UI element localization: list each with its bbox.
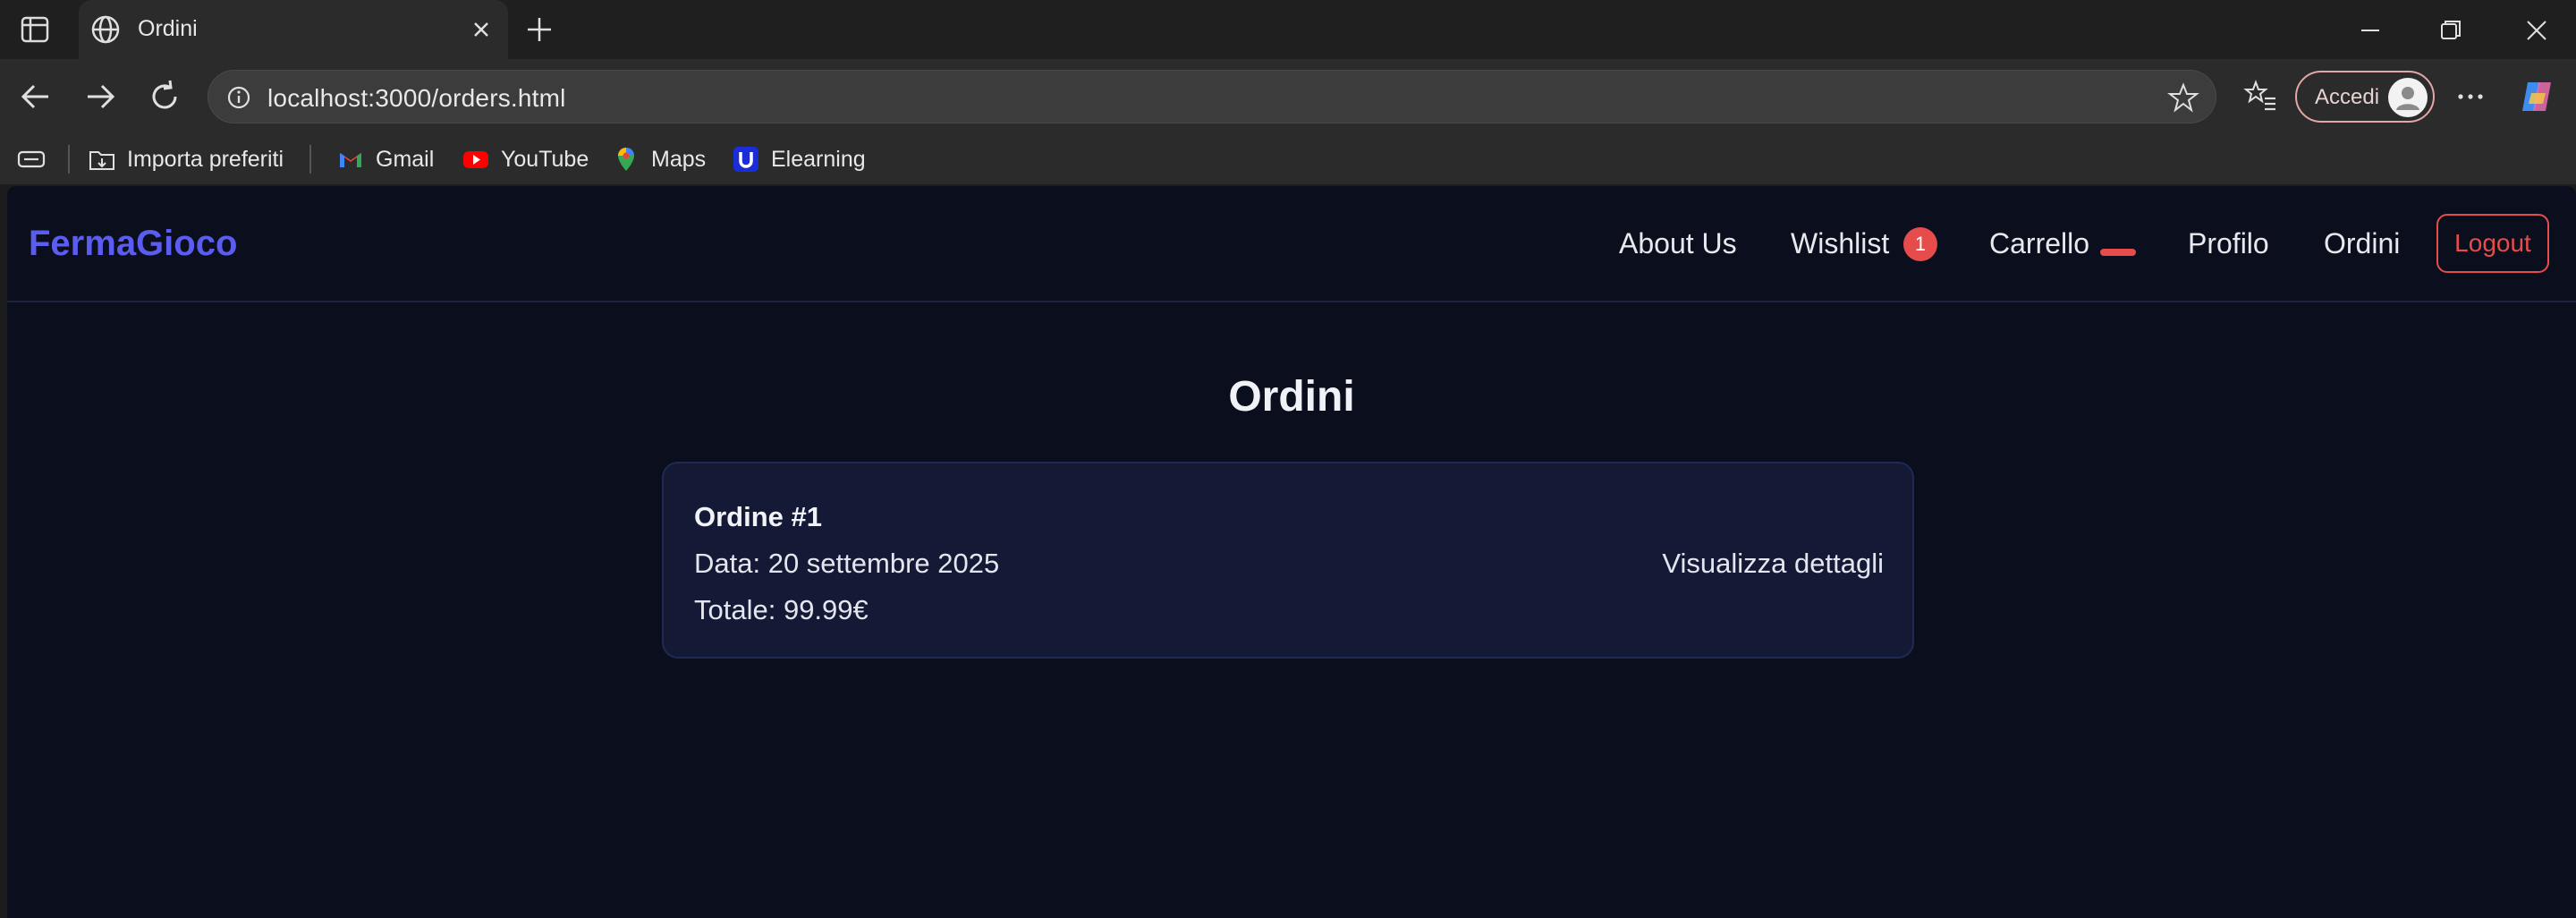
person-icon [2396, 87, 2419, 110]
brand-logo[interactable]: FermaGioco [29, 224, 237, 264]
minimize-icon[interactable] [2352, 13, 2388, 48]
close-window-icon[interactable] [2519, 13, 2555, 48]
order-card: Ordine #1 Data: 20 settembre 2025 Totale… [662, 462, 1914, 659]
order-title: Ordine #1 [694, 501, 822, 532]
back-icon[interactable] [16, 77, 55, 116]
browser-tab-bar: Ordini [0, 0, 2576, 59]
gmail-icon [340, 153, 361, 167]
bookmark-label: Maps [651, 146, 707, 172]
profile-signin-button[interactable]: Accedi [2295, 71, 2435, 123]
favorites-icon[interactable] [2241, 77, 2279, 115]
elearning-icon [733, 147, 758, 172]
logout-button[interactable]: Logout [2436, 214, 2549, 273]
nav-about[interactable]: About Us [1619, 227, 1737, 260]
site-navbar: FermaGioco About Us Wishlist 1 Carrello … [7, 186, 2576, 302]
close-tab-icon[interactable] [467, 15, 496, 44]
add-favorite-star-icon[interactable] [2167, 81, 2199, 114]
page-viewport: FermaGioco About Us Wishlist 1 Carrello … [7, 186, 2576, 918]
avatar [2388, 78, 2428, 117]
bookmark-separator [309, 145, 311, 174]
reload-icon[interactable] [145, 77, 184, 116]
view-details-link[interactable]: Visualizza dettagli [1662, 548, 1884, 580]
bookmark-separator [68, 145, 70, 174]
nav-profile[interactable]: Profilo [2188, 227, 2269, 260]
order-total: Totale: 99.99€ [694, 594, 869, 625]
maps-icon [618, 148, 634, 171]
restore-icon[interactable] [2433, 13, 2469, 48]
signin-label: Accedi [2315, 85, 2380, 109]
bookmark-gmail[interactable]: Gmail [336, 143, 434, 175]
tab-title: Ordini [138, 16, 198, 41]
bookmarks-bar: Importa preferiti Gmail YouTube Maps Ele [0, 134, 2576, 184]
nav-wishlist[interactable]: Wishlist [1791, 227, 1889, 260]
sidebar-toggle-icon[interactable] [20, 14, 50, 45]
nav-orders[interactable]: Ordini [2324, 227, 2400, 260]
site-info-icon[interactable] [226, 85, 251, 110]
bookmark-elearning[interactable]: Elearning [732, 143, 866, 175]
order-date: Data: 20 settembre 2025 [694, 548, 1000, 579]
bookmark-maps[interactable]: Maps [612, 143, 706, 175]
bookmark-label: Gmail [376, 146, 435, 172]
bookmark-label: Importa preferiti [127, 146, 284, 172]
nav-cart[interactable]: Carrello [1989, 227, 2089, 260]
new-tab-icon[interactable] [522, 13, 556, 47]
bookmark-label: Elearning [771, 146, 866, 172]
browser-toolbar: localhost:3000/orders.html Accedi [0, 59, 2576, 134]
import-folder-icon [89, 151, 114, 170]
copilot-icon[interactable] [2515, 75, 2558, 118]
cart-count-badge [2100, 249, 2136, 256]
bookmark-label: YouTube [501, 146, 589, 172]
youtube-icon [463, 151, 488, 168]
bookmark-youtube[interactable]: YouTube [462, 143, 589, 175]
page-title: Ordini [1228, 373, 1355, 421]
address-bar[interactable]: localhost:3000/orders.html [208, 70, 2216, 123]
collections-icon[interactable] [16, 145, 47, 174]
more-options-icon[interactable] [2451, 77, 2490, 116]
forward-icon[interactable] [80, 77, 120, 116]
globe-icon [91, 15, 120, 44]
wishlist-count-badge: 1 [1903, 227, 1937, 261]
url-text[interactable]: localhost:3000/orders.html [267, 84, 566, 113]
bookmark-import[interactable]: Importa preferiti [88, 143, 284, 175]
